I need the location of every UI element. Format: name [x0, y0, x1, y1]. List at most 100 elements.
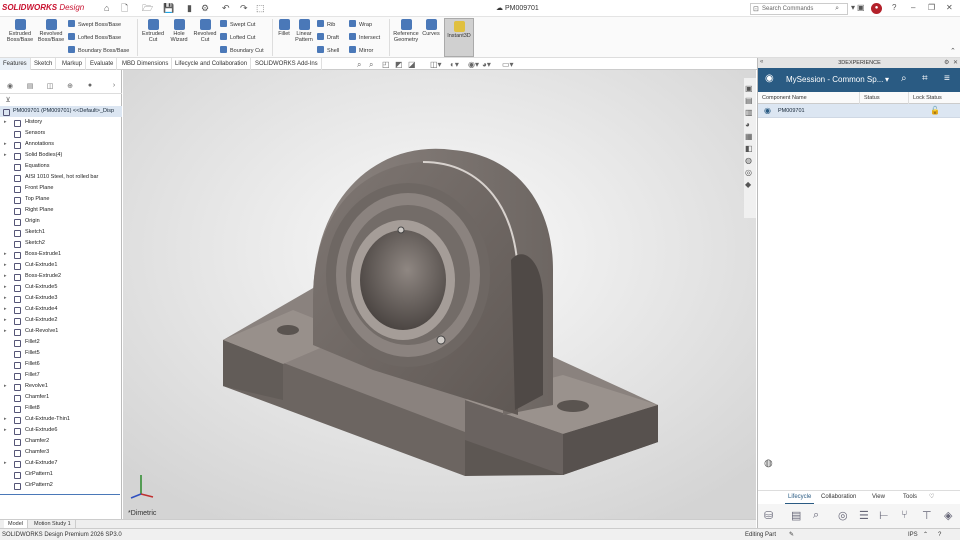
expand-arrow-icon[interactable]: ▸: [4, 249, 7, 260]
tree-item[interactable]: Equations: [0, 161, 122, 172]
section-view-icon[interactable]: ◩: [395, 61, 403, 69]
platform-compass-icon[interactable]: ◉: [765, 73, 774, 84]
swept-cut-button[interactable]: Swept Cut: [220, 20, 255, 29]
tree-item[interactable]: Chamfer2: [0, 436, 122, 447]
search-icon[interactable]: ⌕: [835, 5, 839, 13]
expand-arrow-icon[interactable]: ▸: [4, 150, 7, 161]
gear-icon[interactable]: ⚙: [201, 3, 209, 13]
tag-icon[interactable]: ⌗: [922, 73, 928, 84]
tree-item[interactable]: ▸ Cut-Extrude3: [0, 293, 122, 304]
session-name[interactable]: MySession - Common Sp...: [786, 75, 883, 84]
tree-item[interactable]: ▸ Annotations: [0, 139, 122, 150]
expand-arrow-icon[interactable]: ▸: [4, 381, 7, 392]
expand-arrow-icon[interactable]: ▸: [4, 425, 7, 436]
collapse-ribbon-icon[interactable]: ⌃: [950, 47, 956, 55]
table-row[interactable]: ◉ PM009701 🔓: [758, 104, 960, 118]
search-icon[interactable]: ⌕: [901, 73, 907, 84]
column-lock-status[interactable]: Lock Status: [908, 92, 942, 104]
maturity-icon[interactable]: ◎: [838, 509, 848, 522]
revolved-cut-button[interactable]: Revolved Cut: [192, 19, 218, 43]
chevron-right-icon[interactable]: ›: [108, 82, 120, 92]
expand-arrow-icon[interactable]: ▸: [4, 293, 7, 304]
graphics-area[interactable]: *Dimetric: [123, 70, 756, 519]
column-status[interactable]: Status: [859, 92, 880, 104]
tree-item[interactable]: ▸ Cut-Extrude-Thin1: [0, 414, 122, 425]
design-library-icon[interactable]: ▥: [745, 108, 753, 117]
tree-item[interactable]: Origin: [0, 216, 122, 227]
part-model[interactable]: [123, 70, 756, 519]
expand-arrow-icon[interactable]: ▸: [4, 260, 7, 271]
linear-pattern-button[interactable]: Linear Pattern: [293, 19, 315, 43]
tree-item[interactable]: ▸ Boss-Extrude2: [0, 271, 122, 282]
tab-tools[interactable]: Tools: [900, 491, 920, 503]
save-icon[interactable]: 💾: [163, 3, 174, 13]
lofted-boss-button[interactable]: Lofted Boss/Base: [68, 33, 121, 42]
wrap-button[interactable]: Wrap: [349, 20, 372, 29]
reference-geometry-button[interactable]: Reference Geometry: [391, 19, 421, 43]
revolved-boss-button[interactable]: Revolved Boss/Base: [36, 19, 66, 43]
settings-icon[interactable]: ⚙: [944, 59, 949, 66]
tab-lifecycle-collaboration[interactable]: Lifecycle and Collaboration: [172, 58, 252, 70]
list-icon[interactable]: ☰: [859, 509, 869, 522]
unit-system[interactable]: IPS: [908, 529, 918, 540]
configuration-manager-tab-icon[interactable]: ◫: [44, 82, 56, 92]
tree-item[interactable]: ▸ Revolve1: [0, 381, 122, 392]
view-orientation-icon[interactable]: ◫▾: [430, 61, 442, 69]
appearances-icon[interactable]: ◕: [745, 120, 750, 129]
revision-icon[interactable]: ⊢: [879, 509, 889, 522]
appearance-icon[interactable]: ◕▾: [482, 61, 491, 69]
rib-button[interactable]: Rib: [317, 20, 335, 29]
extruded-boss-button[interactable]: Extruded Boss/Base: [4, 19, 36, 43]
fillet-button[interactable]: Fillet: [274, 19, 294, 37]
tree-root-item[interactable]: PM009701 (PM009701) <<Default>_Disp: [0, 106, 122, 117]
search-scope-icon[interactable]: ⊡: [753, 5, 759, 13]
tree-item[interactable]: Sensors: [0, 128, 122, 139]
save-to-platform-icon[interactable]: ⛁: [764, 509, 773, 522]
view-settings-icon[interactable]: ▭▾: [502, 61, 514, 69]
open-icon[interactable]: 🗁: [142, 3, 153, 13]
select-icon[interactable]: ⬚: [256, 3, 265, 13]
tree-item[interactable]: AISI 1010 Steel, hot rolled bar: [0, 172, 122, 183]
branch-icon[interactable]: ⑂: [901, 509, 908, 521]
tree-item[interactable]: Fillet8: [0, 403, 122, 414]
property-manager-tab-icon[interactable]: ▤: [24, 82, 36, 92]
chat-icon[interactable]: ◍: [764, 458, 773, 469]
tree-item[interactable]: ▸ Cut-Extrude2: [0, 315, 122, 326]
tab-view[interactable]: View: [869, 491, 888, 503]
redo-icon[interactable]: ↷: [240, 3, 248, 13]
tree-item[interactable]: ▸ Cut-Revolve1: [0, 326, 122, 337]
search-input[interactable]: ⊡ Search Commands ⌕: [750, 3, 848, 15]
tree-item[interactable]: ▸ Cut-Extrude6: [0, 425, 122, 436]
tree-item[interactable]: ▸ Solid Bodies(4): [0, 150, 122, 161]
menu-icon[interactable]: ≡: [944, 73, 950, 84]
feature-manager-tab-icon[interactable]: ◉: [4, 82, 16, 92]
tree-item[interactable]: ▸ History: [0, 117, 122, 128]
document-icon[interactable]: ▤: [791, 509, 801, 522]
rebuild-icon[interactable]: ✎: [789, 529, 794, 540]
structure-icon[interactable]: ⊤: [922, 509, 932, 522]
tree-item[interactable]: CirPattern1: [0, 469, 122, 480]
tab-mbd-dimensions[interactable]: MBD Dimensions: [119, 58, 173, 70]
restore-button[interactable]: ❐: [928, 3, 935, 12]
close-button[interactable]: ✕: [946, 3, 953, 12]
expand-arrow-icon[interactable]: ▸: [4, 326, 7, 337]
home-icon[interactable]: ⌂: [104, 3, 109, 13]
cloud-services-icon[interactable]: ◆: [745, 180, 751, 189]
expand-arrow-icon[interactable]: ▸: [4, 304, 7, 315]
boundary-boss-button[interactable]: Boundary Boss/Base: [68, 46, 129, 55]
filter-icon[interactable]: ⊻: [2, 96, 14, 106]
resources-icon[interactable]: ◎: [745, 168, 752, 177]
pin-icon[interactable]: ✕: [953, 59, 958, 66]
column-component-name[interactable]: Component Name: [758, 92, 807, 104]
tab-features[interactable]: Features: [0, 58, 31, 70]
lock-icon[interactable]: 🔓: [930, 104, 940, 118]
share-icon[interactable]: ◈: [944, 509, 952, 522]
draft-button[interactable]: Draft: [317, 33, 339, 42]
tab-lifecycle[interactable]: Lifecycle: [785, 491, 815, 505]
tree-item[interactable]: Fillet6: [0, 359, 122, 370]
new-file-icon[interactable]: 🗋: [121, 3, 128, 13]
boundary-cut-button[interactable]: Boundary Cut: [220, 46, 264, 55]
minimize-button[interactable]: –: [911, 3, 915, 12]
mirror-button[interactable]: Mirror: [349, 46, 373, 55]
expand-arrow-icon[interactable]: ▸: [4, 271, 7, 282]
